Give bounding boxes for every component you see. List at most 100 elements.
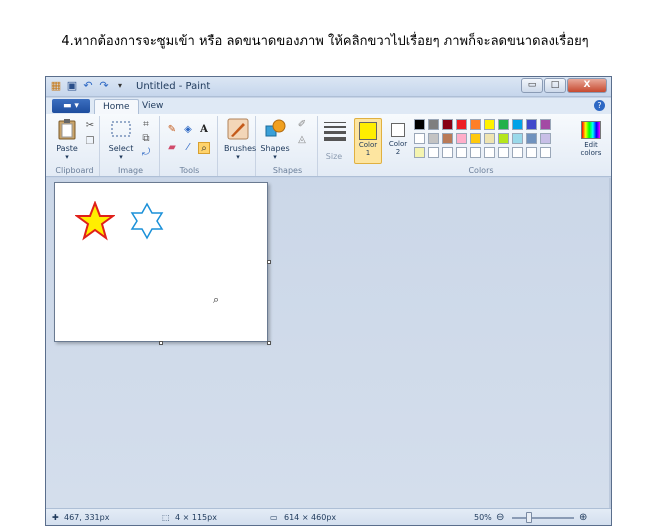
brushes-dropdown-icon: ▾ <box>236 153 240 161</box>
window-controls: ▭ □ X <box>521 78 607 93</box>
palette-swatch[interactable] <box>526 133 537 144</box>
palette-swatch[interactable] <box>428 119 439 130</box>
cut-icon[interactable]: ✂ <box>84 120 96 132</box>
text-icon[interactable]: A <box>198 124 210 136</box>
palette-swatch[interactable] <box>456 133 467 144</box>
undo-icon[interactable]: ↶ <box>82 80 94 92</box>
color1-label-line2: 1 <box>365 149 371 157</box>
customize-qat-icon[interactable]: ▾ <box>114 80 126 92</box>
zoom-in-icon[interactable]: ⊕ <box>579 512 587 523</box>
crosshair-icon: ✚ <box>52 513 59 522</box>
palette-swatch[interactable] <box>470 133 481 144</box>
palette-swatch[interactable] <box>414 119 425 130</box>
shapes-group-label: Shapes <box>272 166 303 175</box>
blue-hexagram-shape[interactable] <box>127 201 167 241</box>
save-icon[interactable]: ▣ <box>66 80 78 92</box>
outline-icon[interactable]: ✐ <box>296 119 308 131</box>
palette-swatch[interactable] <box>484 133 495 144</box>
zoom-slider-thumb[interactable] <box>526 512 532 523</box>
palette-swatch[interactable] <box>498 119 509 130</box>
colors-group-label: Colors <box>468 166 494 175</box>
copy-icon[interactable]: ❐ <box>84 136 96 148</box>
palette-swatch[interactable] <box>414 133 425 144</box>
palette-swatch[interactable] <box>428 133 439 144</box>
palette-swatch[interactable] <box>512 119 523 130</box>
select-dropdown-icon: ▾ <box>119 153 123 161</box>
color2-label-line2: 2 <box>395 148 401 156</box>
tools-group: ✎ ◈ A ▰ ⁄ ⌕ Tools <box>162 116 218 176</box>
palette-swatch[interactable] <box>428 147 439 158</box>
brushes-group[interactable]: Brushes ▾ <box>220 116 256 176</box>
select-button[interactable]: Select ▾ <box>106 118 136 161</box>
palette-swatch[interactable] <box>456 147 467 158</box>
minimize-button[interactable]: ▭ <box>521 78 543 93</box>
palette-swatch[interactable] <box>470 147 481 158</box>
palette-swatch[interactable] <box>484 147 495 158</box>
palette-swatch[interactable] <box>456 119 467 130</box>
size-group[interactable]: Size <box>320 116 348 176</box>
edit-colors-button[interactable]: Edit colors <box>574 118 608 164</box>
drawing-canvas[interactable]: ⌕ <box>54 182 268 342</box>
color2-button[interactable]: Color 2 <box>385 118 411 164</box>
palette-swatch[interactable] <box>526 147 537 158</box>
palette-swatch[interactable] <box>442 119 453 130</box>
eraser-icon[interactable]: ▰ <box>166 142 178 154</box>
palette-swatch[interactable] <box>540 133 551 144</box>
close-button[interactable]: X <box>567 78 607 93</box>
size-label: Size <box>325 152 343 161</box>
crop-icon[interactable]: ⌗ <box>140 119 152 131</box>
pencil-icon[interactable]: ✎ <box>166 124 178 136</box>
fill-shape-icon[interactable]: ◬ <box>296 134 308 146</box>
palette-swatch[interactable] <box>512 133 523 144</box>
magnifier-icon[interactable]: ⌕ <box>198 142 210 154</box>
help-icon[interactable]: ? <box>594 100 605 111</box>
clipboard-group: Paste ▾ ✂ ❐ Clipboard <box>50 116 100 176</box>
color-picker-icon[interactable]: ⁄ <box>182 142 194 154</box>
paint-window: ▦ ▣ ↶ ↷ ▾ Untitled - Paint ▭ □ X ▬ ▾ Hom… <box>45 76 612 526</box>
shapes-label: Shapes <box>260 144 290 153</box>
quick-access-toolbar: ▦ ▣ ↶ ↷ ▾ <box>50 80 126 92</box>
brush-icon <box>227 118 249 140</box>
color1-label-line1: Color <box>358 141 378 149</box>
magnifier-cursor-icon: ⌕ <box>213 293 220 306</box>
palette-swatch[interactable] <box>526 119 537 130</box>
resize-handle-right[interactable] <box>267 260 271 264</box>
paint-menu-button[interactable]: ▬ ▾ <box>52 99 90 113</box>
rotate-icon[interactable]: ⤾ <box>140 147 152 159</box>
image-size-icon: ▭ <box>270 513 278 522</box>
color1-button[interactable]: Color 1 <box>354 118 382 164</box>
palette-swatch[interactable] <box>498 133 509 144</box>
palette-swatch[interactable] <box>470 119 481 130</box>
brushes-button[interactable]: Brushes ▾ <box>224 118 256 161</box>
canvas-workspace[interactable]: ⌕ <box>46 178 611 508</box>
palette-swatch[interactable] <box>442 133 453 144</box>
palette-swatch[interactable] <box>484 119 495 130</box>
resize-handle-corner[interactable] <box>267 341 271 345</box>
palette-swatch[interactable] <box>414 147 425 158</box>
palette-swatch[interactable] <box>540 119 551 130</box>
resize-icon[interactable]: ⧉ <box>140 133 152 145</box>
tab-home[interactable]: Home <box>94 99 139 114</box>
palette-swatch[interactable] <box>540 147 551 158</box>
resize-handle-bottom[interactable] <box>159 341 163 345</box>
yellow-star-shape[interactable] <box>75 201 115 241</box>
palette-swatch[interactable] <box>498 147 509 158</box>
vertical-scrollbar[interactable] <box>609 178 611 508</box>
color-palette <box>414 119 574 165</box>
tab-view[interactable]: View <box>134 99 171 114</box>
palette-swatch[interactable] <box>512 147 523 158</box>
ribbon-tabs: ▬ ▾ Home View ? <box>46 98 611 114</box>
zoom-slider[interactable] <box>512 517 574 519</box>
fill-icon[interactable]: ◈ <box>182 124 194 136</box>
palette-swatch[interactable] <box>442 147 453 158</box>
edit-colors-icon <box>581 121 601 139</box>
zoom-level: 50% <box>474 513 492 522</box>
paste-button[interactable]: Paste ▾ <box>54 118 80 161</box>
shapes-button[interactable]: Shapes ▾ <box>260 118 290 161</box>
redo-icon[interactable]: ↷ <box>98 80 110 92</box>
instruction-caption: 4.หากต้องการจะซูมเข้า หรือ ลดขนาดของภาพ … <box>61 34 589 49</box>
maximize-button[interactable]: □ <box>544 78 566 93</box>
zoom-out-icon[interactable]: ⊖ <box>496 512 504 523</box>
status-bar: ✚ 467, 331px ⬚ 4 × 115px ▭ 614 × 460px 5… <box>46 508 611 525</box>
paint-app-icon: ▦ <box>50 79 62 92</box>
